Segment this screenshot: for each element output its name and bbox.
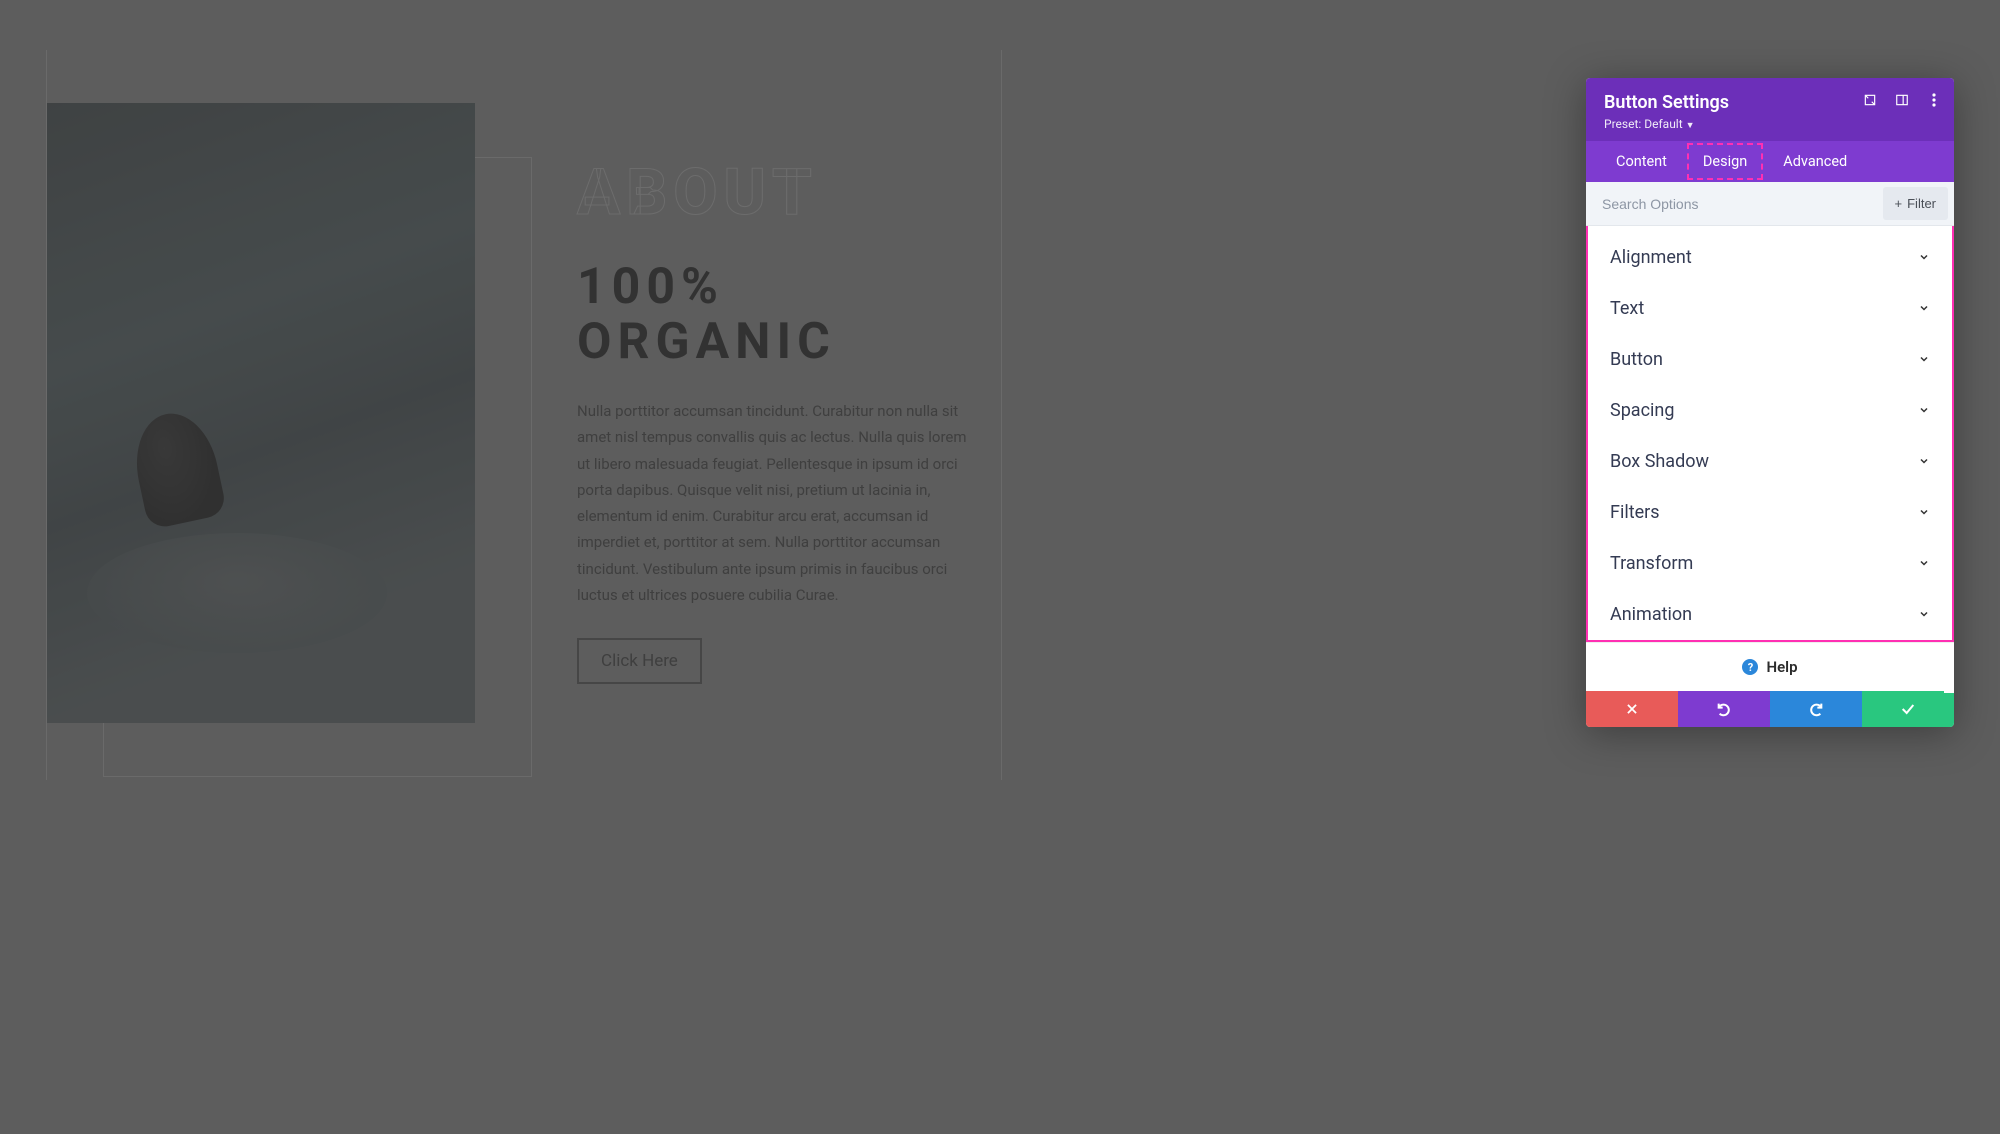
chevron-down-icon	[1918, 350, 1930, 369]
section-label: Alignment	[1610, 247, 1692, 268]
section-text[interactable]: Text	[1588, 283, 1952, 334]
chevron-down-icon	[1918, 605, 1930, 624]
resize-handle[interactable]	[1944, 675, 1954, 693]
section-filters[interactable]: Filters	[1588, 487, 1952, 538]
section-transform[interactable]: Transform	[1588, 538, 1952, 589]
section-button[interactable]: Button	[1588, 334, 1952, 385]
filter-button[interactable]: + Filter	[1883, 187, 1948, 220]
about-outline-heading: ABOUT	[577, 155, 977, 230]
chevron-down-icon	[1918, 248, 1930, 267]
help-link[interactable]: ? Help	[1586, 642, 1954, 691]
close-icon	[1625, 702, 1639, 716]
panel-footer-buttons	[1586, 691, 1954, 727]
chevron-down-icon	[1918, 503, 1930, 522]
tab-advanced[interactable]: Advanced	[1765, 141, 1865, 182]
help-icon: ?	[1742, 659, 1758, 675]
headline-line-1: 100%	[577, 258, 724, 316]
redo-icon	[1808, 701, 1824, 717]
about-headline: 100% ORGANIC	[577, 260, 977, 370]
section-animation[interactable]: Animation	[1588, 589, 1952, 640]
redo-button[interactable]	[1770, 691, 1862, 727]
section-label: Transform	[1610, 553, 1693, 574]
cancel-button[interactable]	[1586, 691, 1678, 727]
headline-line-2: ORGANIC	[577, 313, 836, 371]
chevron-down-icon	[1918, 299, 1930, 318]
search-options-input[interactable]	[1586, 184, 1877, 224]
tab-content[interactable]: Content	[1598, 141, 1685, 182]
caret-down-icon: ▼	[1686, 121, 1695, 131]
about-photo	[47, 103, 475, 723]
section-alignment[interactable]: Alignment	[1588, 232, 1952, 283]
section-spacing[interactable]: Spacing	[1588, 385, 1952, 436]
panel-header[interactable]: Button Settings Preset: Default▼	[1586, 78, 1954, 141]
page-canvas: ABOUT 100% ORGANIC Nulla porttitor accum…	[46, 50, 1002, 780]
about-text-column: ABOUT 100% ORGANIC Nulla porttitor accum…	[577, 155, 977, 684]
section-label: Filters	[1610, 502, 1660, 523]
chevron-down-icon	[1918, 452, 1930, 471]
section-label: Animation	[1610, 604, 1692, 625]
expand-icon[interactable]	[1862, 92, 1878, 108]
check-icon	[1900, 701, 1916, 717]
section-label: Box Shadow	[1610, 451, 1709, 472]
settings-tabs: Content Design Advanced	[1586, 141, 1954, 182]
search-row: + Filter	[1586, 182, 1954, 226]
section-label: Button	[1610, 349, 1663, 370]
filter-button-label: Filter	[1907, 196, 1936, 211]
click-here-button[interactable]: Click Here	[577, 638, 702, 684]
section-label: Spacing	[1610, 400, 1674, 421]
plus-icon: +	[1895, 196, 1903, 211]
chevron-down-icon	[1918, 401, 1930, 420]
design-sections: Alignment Text Button Spacing Box Shadow…	[1586, 226, 1954, 642]
section-box-shadow[interactable]: Box Shadow	[1588, 436, 1952, 487]
undo-button[interactable]	[1678, 691, 1770, 727]
chevron-down-icon	[1918, 554, 1930, 573]
preset-label: Preset: Default	[1604, 117, 1683, 131]
header-icon-group	[1862, 92, 1942, 108]
about-body-copy: Nulla porttitor accumsan tincidunt. Cura…	[577, 398, 977, 608]
help-label: Help	[1766, 658, 1797, 676]
kebab-menu-icon[interactable]	[1926, 92, 1942, 108]
preset-dropdown[interactable]: Preset: Default▼	[1604, 117, 1936, 131]
tab-design[interactable]: Design	[1685, 141, 1765, 182]
section-label: Text	[1610, 298, 1644, 319]
save-button[interactable]	[1862, 691, 1954, 727]
undo-icon	[1716, 701, 1732, 717]
snap-right-icon[interactable]	[1894, 92, 1910, 108]
button-settings-panel: Button Settings Preset: Default▼ Content…	[1586, 78, 1954, 727]
